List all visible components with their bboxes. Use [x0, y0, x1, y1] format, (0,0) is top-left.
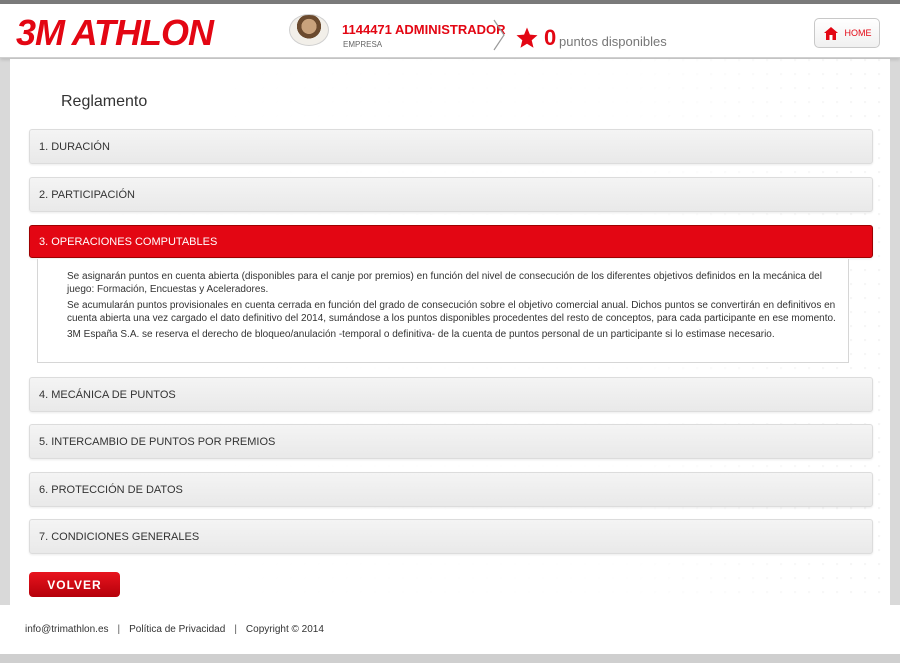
brand-logo[interactable]: 3M ATHLON: [16, 13, 214, 53]
accordion-label: 7. CONDICIONES GENERALES: [39, 530, 200, 543]
accordion-duracion[interactable]: 1. DURACIÓN: [29, 129, 873, 164]
accordion-panel-operaciones: Se asignarán puntos en cuenta abierta (d…: [37, 259, 849, 363]
points-label: puntos disponibles: [559, 34, 667, 49]
accordion-proteccion-de-datos[interactable]: 6. PROTECCIÓN DE DATOS: [29, 472, 873, 507]
accordion-label: 6. PROTECCIÓN DE DATOS: [39, 483, 183, 496]
home-label: HOME: [844, 28, 872, 38]
accordion-label: 5. INTERCAMBIO DE PUNTOS POR PREMIOS: [39, 435, 276, 448]
accordion-intercambio-de-puntos[interactable]: 5. INTERCAMBIO DE PUNTOS POR PREMIOS: [29, 424, 873, 459]
volver-button[interactable]: VOLVER: [29, 572, 120, 597]
panel-paragraph: Se asignarán puntos en cuenta abierta (d…: [67, 271, 822, 295]
star-icon: [516, 27, 538, 48]
footer-separator: |: [234, 624, 237, 635]
panel-paragraph: 3M España S.A. se reserva el derecho de …: [67, 329, 775, 340]
points-value: 0: [544, 25, 557, 50]
accordion-condiciones-generales[interactable]: 7. CONDICIONES GENERALES: [29, 519, 873, 554]
accordion-operaciones-computables[interactable]: 3. OPERACIONES COMPUTABLES: [29, 225, 873, 258]
footer-copyright: Copyright © 2014: [245, 624, 324, 635]
footer-email-link[interactable]: info@trimathlon.es: [25, 624, 109, 635]
user-avatar[interactable]: [289, 14, 329, 46]
user-name[interactable]: 1144471 ADMINISTRADOR: [342, 22, 506, 37]
accordion-label: 2. PARTICIPACIÓN: [39, 188, 135, 201]
panel-paragraph: Se acumularán puntos provisionales en cu…: [67, 300, 836, 324]
accordion-label: 4. MECÁNICA DE PUNTOS: [39, 388, 176, 401]
accordion-mecanica-de-puntos[interactable]: 4. MECÁNICA DE PUNTOS: [29, 377, 873, 412]
page-title: Reglamento: [61, 93, 148, 110]
footer: info@trimathlon.es | Política de Privaci…: [0, 605, 900, 654]
home-button[interactable]: HOME: [814, 18, 880, 48]
accordion-label: 1. DURACIÓN: [39, 140, 110, 153]
bottom-stripe: [0, 654, 900, 663]
accordion-label: 3. OPERACIONES COMPUTABLES: [39, 235, 218, 248]
home-icon: [823, 26, 838, 40]
footer-separator: |: [117, 624, 121, 635]
header: 3M ATHLON 1144471 ADMINISTRADOR EMPRESA …: [0, 4, 900, 58]
footer-privacy-link[interactable]: Política de Privacidad: [129, 624, 225, 635]
accordion-participacion[interactable]: 2. PARTICIPACIÓN: [29, 177, 873, 212]
chevron-right-icon: [493, 19, 505, 51]
user-role: EMPRESA: [343, 40, 383, 49]
